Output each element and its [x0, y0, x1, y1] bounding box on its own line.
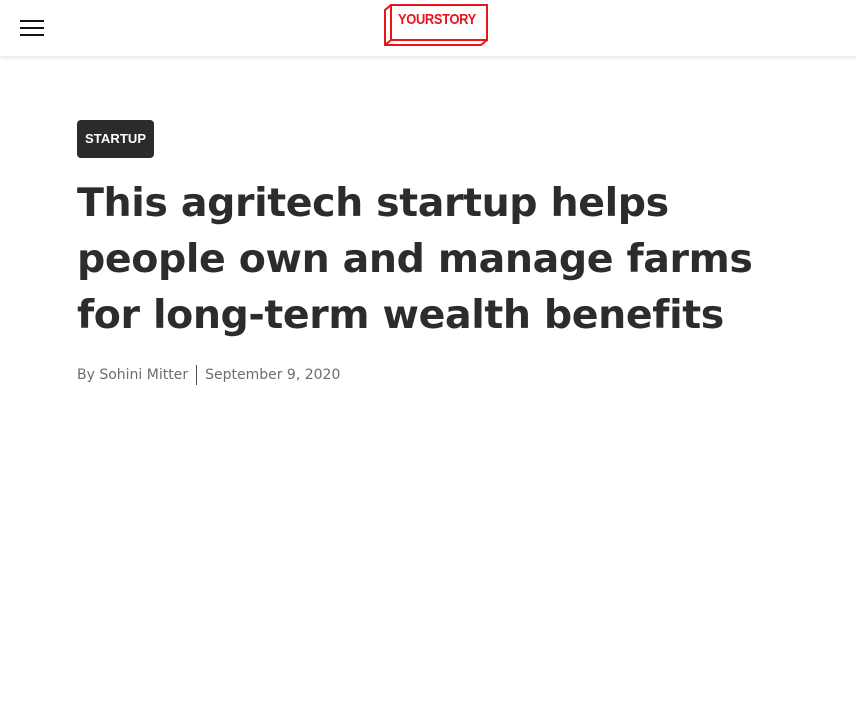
- site-header: YOURSTORY: [0, 0, 857, 56]
- yourstory-logo[interactable]: YOURSTORY: [384, 2, 488, 48]
- byline-divider: [196, 365, 198, 385]
- hamburger-menu-icon[interactable]: [20, 16, 44, 40]
- byline-prefix: By: [77, 367, 95, 383]
- publish-date: September 9, 2020: [205, 367, 341, 383]
- category-tag[interactable]: STARTUP: [77, 120, 155, 158]
- author-link[interactable]: Sohini Mitter: [99, 367, 188, 383]
- article-header: STARTUP This agritech startup helps peop…: [77, 120, 797, 386]
- logo-text: YOURSTORY: [398, 11, 476, 28]
- byline: By Sohini Mitter September 9, 2020: [77, 364, 797, 386]
- article-title: This agritech startup helps people own a…: [77, 180, 753, 338]
